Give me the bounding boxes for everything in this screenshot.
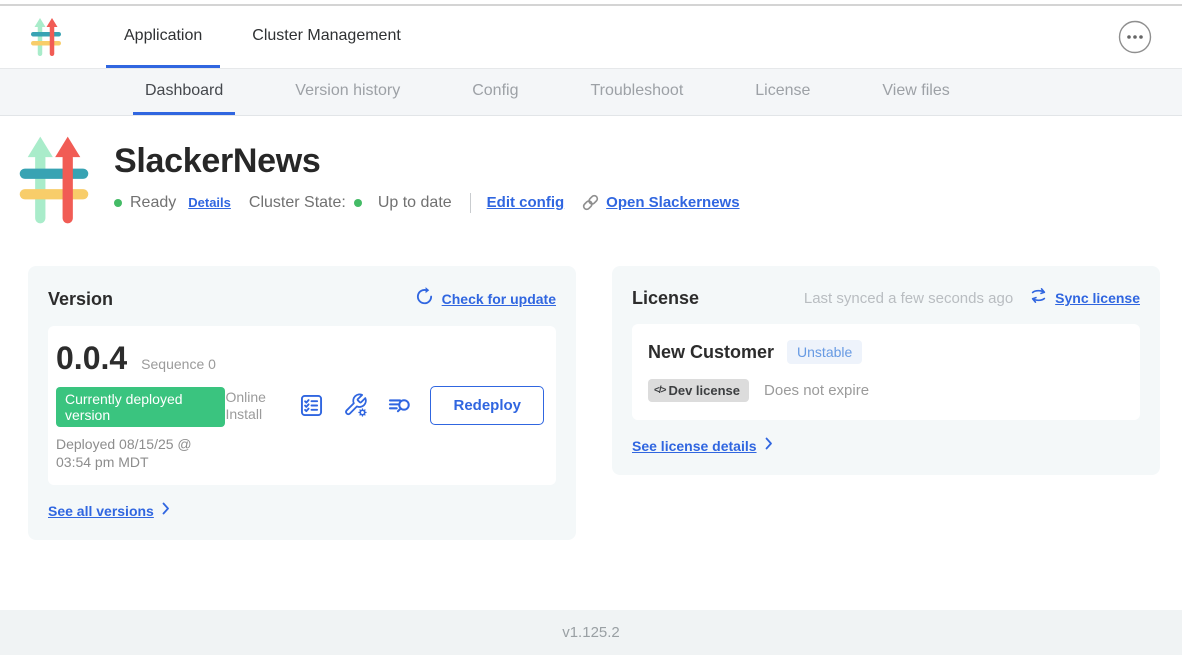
cluster-state-label: Cluster State: (249, 194, 346, 212)
sync-license-label: Sync license (1055, 290, 1140, 306)
see-license-details-link[interactable]: See license details (632, 437, 1140, 455)
app-status-dot (114, 199, 122, 207)
app-status-text: Ready (130, 194, 176, 212)
app-status-row: Ready Details Cluster State: Up to date … (114, 192, 740, 213)
install-type-label: Online Install (225, 389, 281, 423)
license-card-title: License (632, 288, 699, 309)
version-number: 0.0.4 (56, 340, 127, 377)
customer-name: New Customer (648, 342, 774, 363)
open-app-label: Open Slackernews (606, 194, 739, 211)
see-license-details-label: See license details (632, 438, 757, 454)
check-for-update-link[interactable]: Check for update (414, 286, 556, 312)
see-all-versions-link[interactable]: See all versions (48, 502, 556, 520)
deployed-badge: Currently deployed version (56, 387, 225, 427)
redeploy-button[interactable]: Redeploy (430, 386, 544, 425)
config-wrench-icon[interactable] (342, 392, 369, 419)
chain-link-icon (580, 192, 601, 213)
tab-version-history[interactable]: Version history (283, 69, 412, 115)
tab-dashboard-label: Dashboard (145, 82, 223, 100)
sequence-label: Sequence 0 (141, 356, 216, 372)
preflight-checks-icon[interactable] (298, 392, 325, 419)
page-title: SlackerNews (114, 142, 740, 181)
license-expiry-text: Does not expire (764, 382, 869, 399)
code-icon: </> (654, 385, 665, 396)
app-subnav: Dashboard Version history Config Trouble… (0, 68, 1182, 116)
see-all-versions-label: See all versions (48, 503, 154, 519)
current-version-panel: 0.0.4 Sequence 0 Currently deployed vers… (48, 326, 556, 485)
tab-cluster-management[interactable]: Cluster Management (234, 6, 419, 68)
deployed-timestamp: Deployed 08/15/25 @ 03:54 pm MDT (56, 436, 225, 471)
version-card-title: Version (48, 289, 113, 310)
version-card: Version Check for update 0.0.4 Sequ (28, 266, 576, 540)
chevron-right-icon (162, 502, 170, 520)
channel-badge: Unstable (787, 340, 862, 364)
divider (470, 193, 471, 213)
app-header: SlackerNews Ready Details Cluster State:… (16, 132, 1182, 228)
open-app-link[interactable]: Open Slackernews (580, 192, 739, 213)
tab-troubleshoot-label: Troubleshoot (590, 82, 683, 100)
license-card: License Last synced a few seconds ago Sy… (612, 266, 1160, 475)
tab-license-label: License (755, 82, 810, 100)
tab-license[interactable]: License (743, 69, 822, 115)
view-diff-icon[interactable] (386, 392, 413, 419)
top-header: Application Cluster Management (0, 6, 1182, 68)
license-type-label: Dev license (668, 383, 740, 398)
chevron-right-icon (765, 437, 773, 455)
tab-version-history-label: Version history (295, 82, 400, 100)
check-for-update-label: Check for update (442, 291, 556, 307)
last-synced-text: Last synced a few seconds ago (804, 290, 1013, 307)
tab-config-label: Config (472, 82, 518, 100)
sync-arrows-icon (1029, 286, 1048, 310)
ellipsis-icon (1118, 42, 1152, 57)
app-logo-large-icon (16, 132, 92, 228)
tab-application-label: Application (124, 27, 202, 45)
app-logo-icon (30, 16, 62, 58)
tab-view-files[interactable]: View files (870, 69, 961, 115)
sync-license-link[interactable]: Sync license (1029, 286, 1140, 310)
dashboard-main: SlackerNews Ready Details Cluster State:… (0, 116, 1182, 610)
tab-troubleshoot[interactable]: Troubleshoot (578, 69, 695, 115)
console-version: v1.125.2 (562, 624, 620, 641)
edit-config-link[interactable]: Edit config (487, 194, 565, 211)
overflow-menu-button[interactable] (1118, 20, 1152, 54)
license-type-badge: </> Dev license (648, 379, 749, 402)
top-nav-tabs: Application Cluster Management (106, 6, 433, 68)
status-details-link[interactable]: Details (188, 195, 231, 210)
refresh-icon (414, 286, 435, 312)
cluster-state-dot (354, 199, 362, 207)
cluster-state-text: Up to date (378, 194, 452, 212)
tab-application[interactable]: Application (106, 6, 220, 68)
license-panel: New Customer Unstable </> Dev license Do… (632, 324, 1140, 420)
tab-cluster-management-label: Cluster Management (252, 27, 401, 45)
console-footer: v1.125.2 (0, 610, 1182, 655)
tab-view-files-label: View files (882, 82, 949, 100)
tab-dashboard[interactable]: Dashboard (133, 69, 235, 115)
tab-config[interactable]: Config (460, 69, 530, 115)
